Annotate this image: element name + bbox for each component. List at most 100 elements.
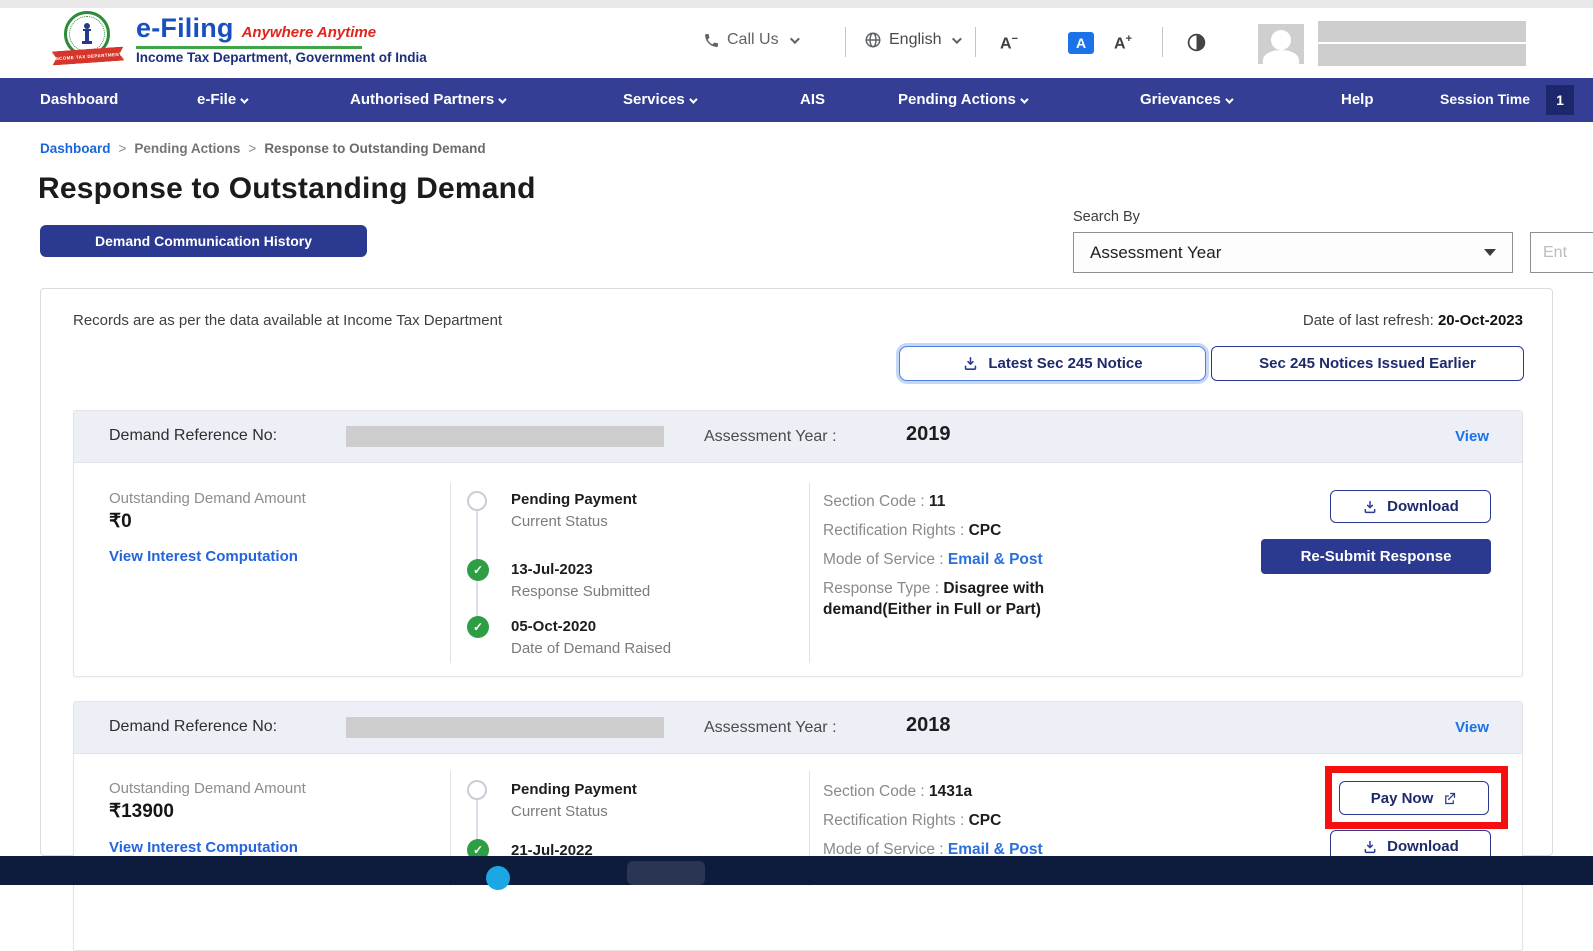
- timeline-subtitle: Response Submitted: [511, 583, 650, 600]
- resubmit-response-button[interactable]: Re-Submit Response: [1261, 539, 1491, 574]
- efiling-logo: e-Filing Anywhere Anytime: [136, 13, 376, 44]
- brand-subtitle: Income Tax Department, Government of Ind…: [136, 50, 427, 65]
- breadcrumb-separator: >: [248, 141, 256, 156]
- dropdown-caret-icon: [1484, 249, 1496, 256]
- section-code-row: Section Code : 11: [823, 491, 1108, 512]
- column-divider: [809, 483, 810, 663]
- check-circle-icon: ✓: [467, 559, 489, 581]
- last-refresh-text: Date of last refresh: 20-Oct-2023: [1303, 312, 1523, 329]
- search-value-input[interactable]: [1530, 232, 1593, 273]
- mode-of-service-row: Mode of Service : Email & Post: [823, 549, 1108, 570]
- assessment-year-label: Assessment Year :: [704, 428, 837, 446]
- latest-sec245-notice-button[interactable]: Latest Sec 245 Notice: [899, 346, 1206, 381]
- brand-title: e-Filing: [136, 13, 234, 43]
- amount-label: Outstanding Demand Amount: [109, 490, 306, 507]
- breadcrumb-pending-actions[interactable]: Pending Actions: [134, 141, 240, 156]
- chevron-down-icon: [952, 34, 962, 44]
- nav-item-grievances[interactable]: Grievances: [1140, 91, 1231, 108]
- view-interest-computation-link[interactable]: View Interest Computation: [109, 548, 298, 565]
- emblem-ribbon-text: INCOME TAX DEPARTMENT: [54, 51, 123, 61]
- last-refresh-date: 20-Oct-2023: [1438, 312, 1523, 329]
- check-circle-icon: ✓: [467, 616, 489, 638]
- user-avatar[interactable]: [1258, 24, 1304, 64]
- assessment-year-value: 2018: [906, 714, 951, 737]
- breadcrumb-current: Response to Outstanding Demand: [264, 141, 485, 156]
- column-divider: [450, 483, 451, 663]
- incometax-emblem-logo: INCOME TAX DEPARTMENT: [52, 11, 124, 69]
- nav-item-pending-actions[interactable]: Pending Actions: [898, 91, 1026, 108]
- view-link[interactable]: View: [1455, 428, 1489, 445]
- dropdown-selected-value: Assessment Year: [1090, 243, 1484, 263]
- contrast-icon: [1186, 32, 1207, 53]
- call-us-menu[interactable]: Call Us: [703, 31, 797, 49]
- nav-item-authorised-partners[interactable]: Authorised Partners: [350, 91, 504, 108]
- redacted-demand-reference: [346, 426, 664, 447]
- chevron-down-icon: [790, 34, 800, 44]
- redacted-demand-reference: [346, 717, 664, 738]
- font-increase-button[interactable]: A+: [1114, 33, 1132, 53]
- assessment-year-value: 2019: [906, 423, 951, 446]
- timeline-pending-icon: [467, 491, 487, 511]
- view-interest-computation-link[interactable]: View Interest Computation: [109, 839, 298, 856]
- breadcrumb-separator: >: [119, 141, 127, 156]
- language-label: English: [889, 31, 941, 49]
- demand-card-header: Demand Reference No: Assessment Year : 2…: [74, 702, 1522, 754]
- search-by-label: Search By: [1073, 209, 1140, 225]
- font-normal-button[interactable]: A: [1068, 32, 1094, 54]
- section-code-row: Section Code : 1431a: [823, 781, 1108, 802]
- demand-reference-label: Demand Reference No:: [109, 427, 277, 445]
- assessment-year-label: Assessment Year :: [704, 719, 837, 737]
- breadcrumb: Dashboard > Pending Actions > Response t…: [40, 141, 486, 156]
- nav-item-help[interactable]: Help: [1341, 91, 1374, 108]
- pay-now-button[interactable]: Pay Now: [1339, 781, 1489, 815]
- ashoka-pillar-icon: [78, 21, 96, 47]
- header-divider: [975, 27, 976, 57]
- contrast-toggle-button[interactable]: [1186, 32, 1207, 53]
- external-link-icon: [1442, 791, 1457, 806]
- timeline-title: Pending Payment: [511, 781, 637, 798]
- earlier-sec245-notices-button[interactable]: Sec 245 Notices Issued Earlier: [1211, 346, 1524, 381]
- download-icon: [962, 355, 979, 372]
- download-icon: [1362, 499, 1378, 515]
- logo-green-rule: [136, 46, 362, 49]
- call-us-label: Call Us: [727, 31, 779, 49]
- footer-band: [0, 856, 1593, 885]
- demand-card-header: Demand Reference No: Assessment Year : 2…: [74, 411, 1522, 463]
- brand-tagline: Anywhere Anytime: [242, 24, 376, 41]
- timeline-title: Pending Payment: [511, 491, 637, 508]
- timeline-pending-icon: [467, 780, 487, 800]
- redacted-user-id: [1318, 44, 1526, 66]
- records-info-text: Records are as per the data available at…: [73, 312, 502, 329]
- timeline-subtitle: Date of Demand Raised: [511, 640, 671, 657]
- redacted-user-name: [1318, 21, 1526, 42]
- outstanding-amount: ₹0: [109, 510, 132, 533]
- nav-item-ais[interactable]: AIS: [800, 91, 825, 108]
- download-button[interactable]: Download: [1330, 490, 1491, 523]
- session-time-label: Session Time: [1440, 91, 1530, 107]
- demand-card-2019: Demand Reference No: Assessment Year : 2…: [73, 410, 1523, 677]
- demand-communication-history-button[interactable]: Demand Communication History: [40, 225, 367, 257]
- breadcrumb-dashboard[interactable]: Dashboard: [40, 141, 111, 156]
- nav-item-efile[interactable]: e-File: [197, 91, 246, 108]
- session-time-value: 1: [1546, 85, 1574, 115]
- timeline-title: 13-Jul-2023: [511, 561, 593, 578]
- search-by-dropdown[interactable]: Assessment Year: [1073, 232, 1513, 273]
- chatbot-button[interactable]: [486, 866, 510, 890]
- font-decrease-button[interactable]: A−: [1000, 33, 1018, 53]
- rectification-rights-row: Rectification Rights : CPC: [823, 810, 1108, 831]
- view-link[interactable]: View: [1455, 719, 1489, 736]
- window-top-strip: [0, 0, 1593, 8]
- demand-card-2018: Demand Reference No: Assessment Year : 2…: [73, 701, 1523, 951]
- response-type-row: Response Type : Disagree with demand(Eit…: [823, 578, 1108, 620]
- nav-item-dashboard[interactable]: Dashboard: [40, 91, 118, 108]
- phone-icon: [703, 32, 720, 49]
- demand-reference-label: Demand Reference No:: [109, 718, 277, 736]
- timeline-title: 05-Oct-2020: [511, 618, 596, 635]
- timeline-subtitle: Current Status: [511, 513, 608, 530]
- header-divider: [1162, 27, 1163, 57]
- globe-icon: [864, 31, 882, 49]
- footer-panel: [627, 861, 705, 885]
- timeline-subtitle: Current Status: [511, 803, 608, 820]
- language-menu[interactable]: English: [864, 31, 959, 49]
- nav-item-services[interactable]: Services: [623, 91, 695, 108]
